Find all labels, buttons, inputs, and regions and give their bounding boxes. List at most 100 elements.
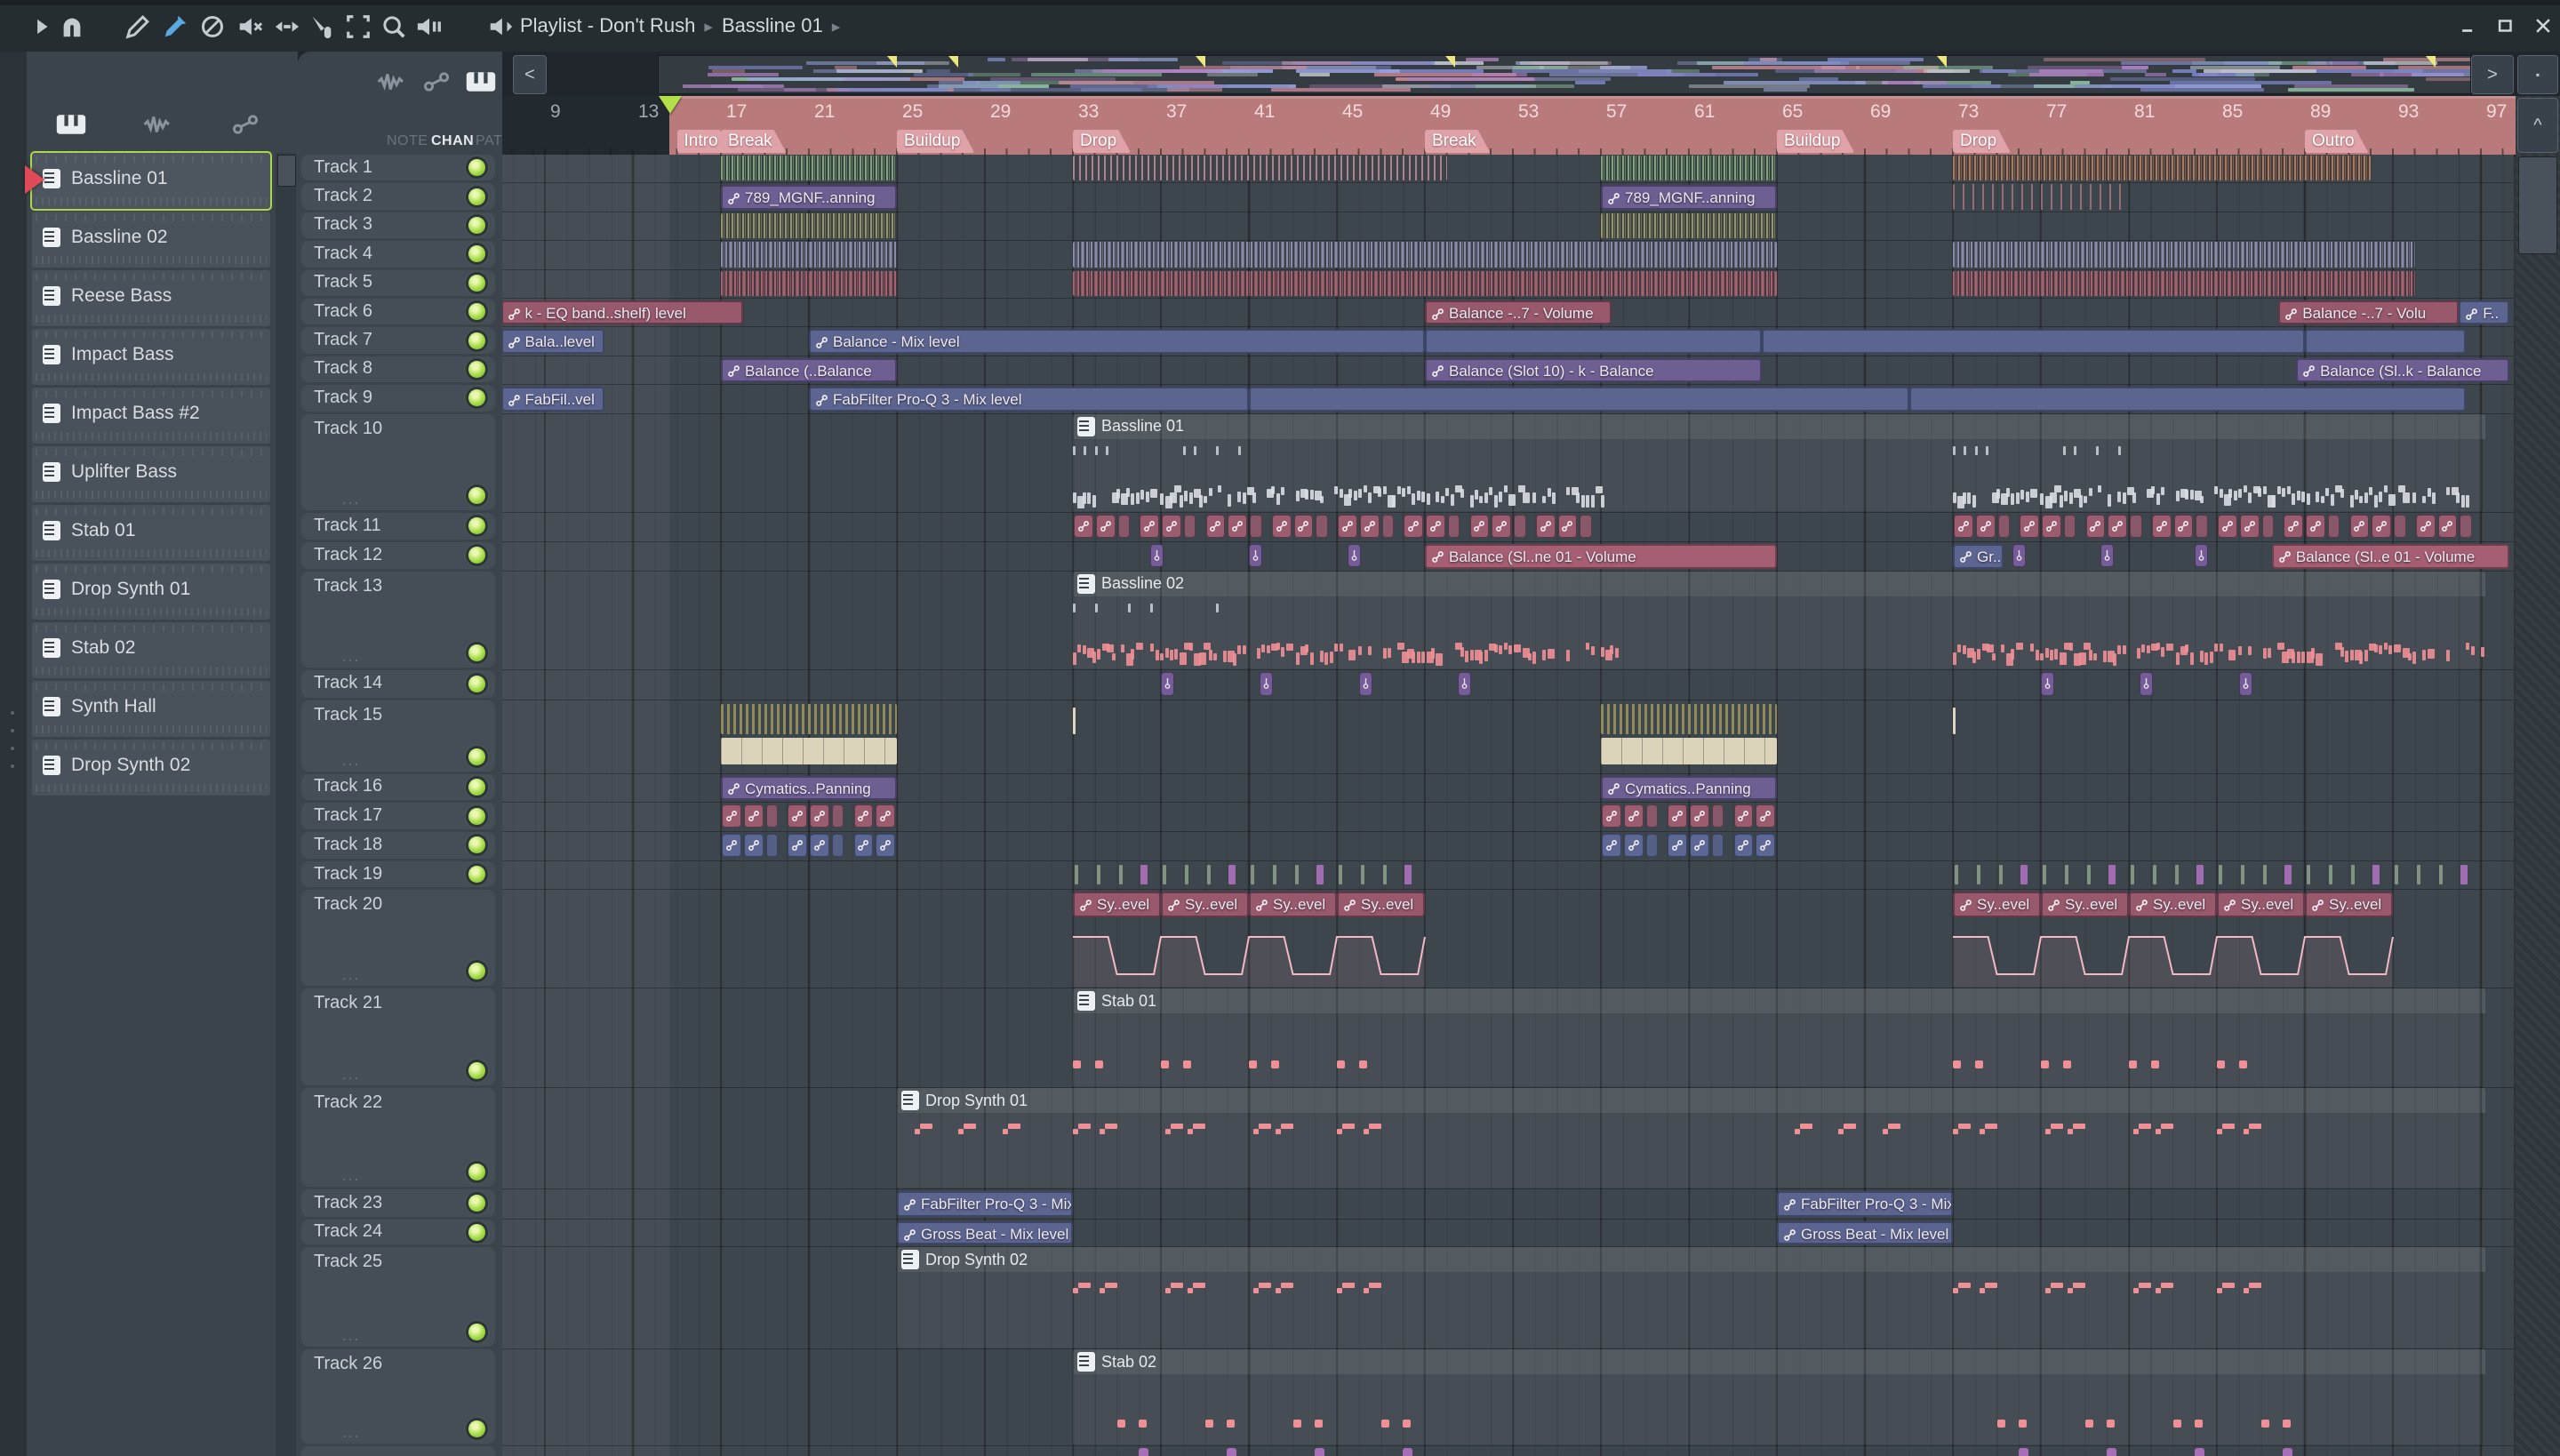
automation-clip[interactable]: Gross Beat - Mix level	[1777, 1221, 1953, 1245]
automation-cell[interactable]	[1205, 514, 1226, 538]
automation-cell[interactable]	[1381, 514, 1395, 538]
automation-cell[interactable]	[2284, 514, 2303, 538]
track-header-row[interactable]: Track 8	[301, 356, 495, 383]
track-header-row[interactable]: Track 27	[301, 1446, 495, 1456]
header-tab-piano-icon[interactable]	[463, 64, 499, 100]
automation-cell[interactable]	[1756, 834, 1775, 857]
automation-clip[interactable]: Balance (Sl..e 01 - Volume	[2271, 543, 2510, 569]
track-header-row[interactable]: Track 11	[301, 512, 495, 540]
track-mute-led[interactable]	[468, 1420, 485, 1438]
playlist-track-lane[interactable]	[502, 861, 2514, 891]
track-mute-led[interactable]	[468, 188, 485, 205]
automation-cell[interactable]	[2151, 514, 2172, 538]
playhead-marker[interactable]	[659, 96, 683, 114]
automation-cell[interactable]	[1426, 514, 1445, 538]
automation-cell[interactable]	[1623, 834, 1644, 857]
automation-cell[interactable]	[1140, 514, 1159, 538]
pattern-clip-body[interactable]	[897, 1272, 2483, 1348]
track-resize-grip[interactable]: ...	[342, 491, 360, 508]
automation-cell[interactable]	[1997, 514, 2011, 538]
automation-clip[interactable]: FabFilter Pro-Q 3 - Mix level	[1777, 1191, 1953, 1218]
automation-clip[interactable]: 789_MGNF..anning	[1601, 185, 1777, 210]
panel-grip-dot[interactable]	[11, 711, 14, 715]
automation-cell[interactable]	[2012, 543, 2026, 567]
automation-clip[interactable]: Sy..evel	[1337, 892, 1425, 918]
pattern-list-item[interactable]: Stab 01	[32, 505, 270, 561]
automation-cell[interactable]	[788, 834, 807, 857]
automation-cell[interactable]	[2239, 514, 2260, 538]
track-mute-led[interactable]	[468, 389, 485, 407]
automation-clip[interactable]: Balance (Sl..ne 01 - Volume	[1425, 543, 1777, 569]
automation-clip[interactable]: Balance (..Balance	[721, 357, 897, 383]
panel-grip-dot[interactable]	[11, 747, 14, 750]
pattern-list-item[interactable]: Synth Hall	[32, 681, 270, 737]
toolbar-slip-stretch-icon[interactable]	[272, 12, 302, 42]
pattern-list-scrollbar[interactable]	[276, 153, 296, 1456]
automation-clip[interactable]: Sy..evel	[1953, 892, 2041, 918]
automation-cell[interactable]	[2437, 514, 2458, 538]
pattern-clip-body[interactable]	[1073, 1013, 2483, 1087]
audio-clip[interactable]	[721, 737, 897, 764]
automation-cell[interactable]	[1756, 804, 1775, 828]
automation-cell[interactable]	[2306, 514, 2325, 538]
automation-cell[interactable]	[1492, 514, 1511, 538]
automation-cell[interactable]	[810, 834, 829, 857]
track-mute-led[interactable]	[468, 675, 485, 692]
panel-tab-piano-icon[interactable]	[52, 107, 91, 142]
automation-clip[interactable]: FabFilter Pro-Q 3 - Mix level	[897, 1191, 1073, 1218]
scroll-up-button[interactable]: ^	[2517, 98, 2558, 153]
automation-cell[interactable]	[722, 834, 741, 857]
automation-cell[interactable]	[1316, 514, 1328, 538]
automation-clip[interactable]: F..	[2459, 300, 2510, 325]
track-mute-led[interactable]	[468, 486, 485, 504]
window-minimize-icon[interactable]	[2455, 12, 2482, 39]
track-mute-led[interactable]	[468, 1195, 485, 1212]
automation-cell[interactable]	[765, 834, 779, 857]
track-header-row[interactable]: Track 13...	[301, 571, 495, 668]
automation-cell[interactable]	[2349, 514, 2370, 538]
playlist-track-lane[interactable]: Balance (Sl..ne 01 - Volume Gr.. Balance (…	[502, 542, 2514, 572]
automation-cell[interactable]	[1162, 514, 1181, 538]
playlist-track-lane[interactable]: Bala..level Balance - Mix level	[502, 327, 2514, 356]
track-header-row[interactable]: Track 18	[301, 832, 495, 859]
playlist-track-lane[interactable]	[502, 513, 2514, 542]
track-header-row[interactable]: Track 2	[301, 183, 495, 210]
toolbar-play-icon[interactable]	[27, 12, 57, 42]
automation-cell[interactable]	[831, 834, 844, 857]
automation-clip[interactable]: Sy..evel	[1249, 892, 1337, 918]
track-header-row[interactable]: Track 9	[301, 385, 495, 412]
playlist-track-lane[interactable]: Cymatics..Panning Cymatics..Panning	[502, 774, 2514, 804]
automation-cell[interactable]	[1645, 804, 1659, 828]
automation-cell[interactable]	[810, 804, 829, 828]
automation-cell[interactable]	[1668, 804, 1687, 828]
automation-clip[interactable]: Sy..evel	[1073, 892, 1161, 918]
automation-cell[interactable]	[1447, 514, 1460, 538]
automation-cell[interactable]	[1260, 671, 1274, 696]
track-header-row[interactable]: Track 5	[301, 269, 495, 296]
pattern-clip-body[interactable]	[1073, 596, 2483, 668]
toolbar-delete-icon[interactable]	[197, 12, 228, 42]
automation-clip[interactable]: FabFilter Pro-Q 3 - Mix level	[809, 387, 1249, 412]
playlist-track-lane[interactable]: FabFilter Pro-Q 3 - Mix level FabFilter P…	[502, 1189, 2514, 1220]
track-mute-led[interactable]	[468, 1062, 485, 1080]
automation-cell[interactable]	[1975, 514, 1996, 538]
track-header-row[interactable]: Track 4	[301, 241, 495, 268]
automation-clip[interactable]: k - EQ band..shelf) level	[502, 300, 743, 325]
toolbar-zoom-icon[interactable]	[379, 12, 409, 42]
track-resize-grip[interactable]: ...	[342, 1327, 360, 1345]
playlist-grid[interactable]: 789_MGNF..anning 789_MGNF..anning k - EQ b…	[502, 155, 2514, 1456]
track-resize-grip[interactable]: ...	[342, 1167, 360, 1185]
playlist-track-lane[interactable]	[502, 1446, 2514, 1456]
track-mute-led[interactable]	[468, 517, 485, 535]
automation-cell[interactable]	[2196, 514, 2208, 538]
header-tab-automation-icon[interactable]	[419, 64, 454, 100]
track-header-row[interactable]: Track 21...	[301, 988, 495, 1086]
track-header-row[interactable]: Track 14	[301, 669, 495, 698]
automation-cell[interactable]	[722, 804, 741, 828]
automation-cell[interactable]	[1733, 834, 1754, 857]
automation-clip[interactable]: Sy..evel	[2217, 892, 2305, 918]
automation-clip[interactable]: Balance - Mix level	[809, 329, 1425, 354]
automation-clip[interactable]: Balance (Sl..k - Balance	[2296, 357, 2510, 383]
track-header-row[interactable]: Track 24	[301, 1220, 495, 1245]
audio-clip[interactable]	[1073, 156, 1447, 181]
